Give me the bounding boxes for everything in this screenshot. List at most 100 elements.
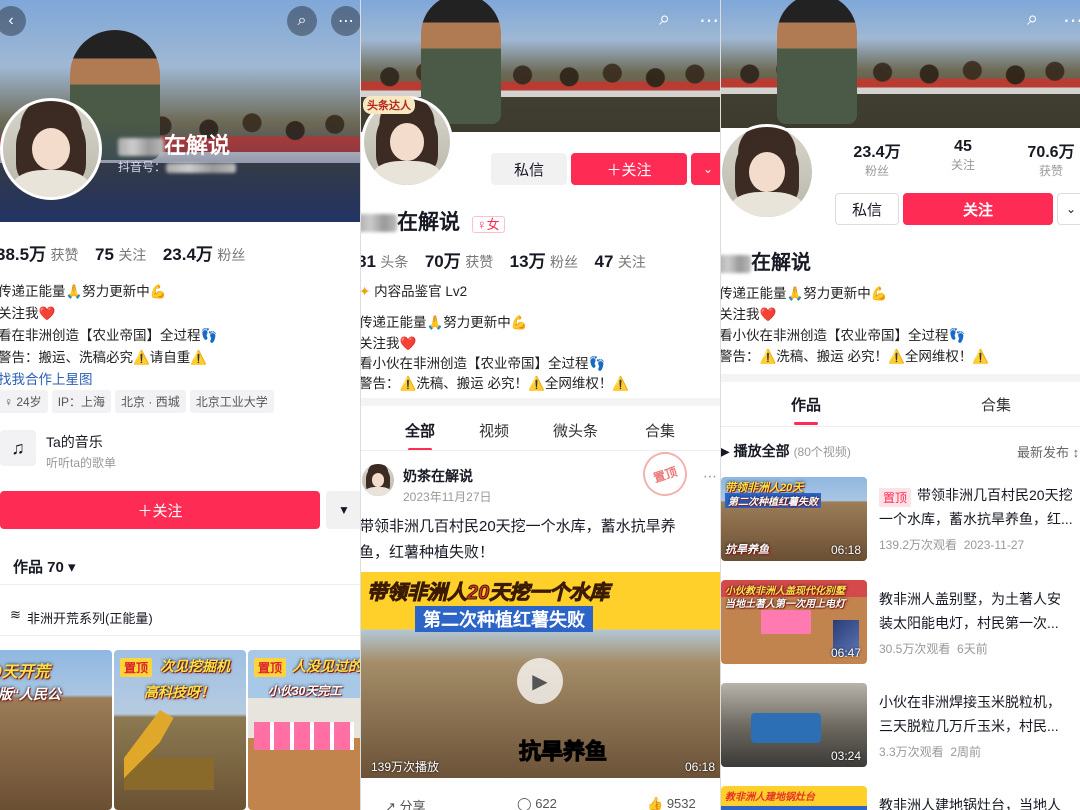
- video-thumbnail[interactable]: 小伙教非洲人盖现代化别墅 当地土著人第一次用上电灯 06:47: [721, 580, 867, 664]
- ip-tag: IP：上海: [51, 390, 112, 413]
- comment-icon: ◯: [517, 796, 532, 810]
- video-meta: 3.3万次观看 2周前: [879, 745, 982, 759]
- avatar[interactable]: [0, 98, 102, 200]
- profile-panel-other: ⌕ ⋯ 23.4万 粉丝 45 关注 70.6万 获赞 私信 关注 ⌄ 在解说 …: [720, 0, 1080, 810]
- bio-line: 警告：⚠️洗稿、搬运 必究！⚠️全网维权！⚠️: [720, 349, 990, 364]
- tab-video[interactable]: 视频: [479, 420, 509, 441]
- video-meta: 139.2万次观看 2023-11-27: [879, 538, 1025, 552]
- video-thumbnail[interactable]: 带领非洲人20天 第二次种植红薯失败 抗旱养鱼 06:18: [721, 477, 867, 561]
- age-tag: ♀ 24岁: [0, 390, 48, 413]
- excavator-shape: [124, 710, 214, 790]
- video-thumbnail[interactable]: 教非洲人建地锅灶台: [721, 786, 867, 810]
- pinned-badge: 置顶: [120, 658, 153, 677]
- bio-line: 看小伙在非洲创造【农业帝国】全过程👣: [360, 356, 606, 371]
- profile-stats: 81 头条 70万 获赞 13万 粉丝 47 关注: [361, 247, 658, 272]
- post-author-name[interactable]: 奶茶在解说: [403, 466, 473, 486]
- blurred-name: [118, 138, 164, 157]
- search-icon[interactable]: ⌕: [1027, 8, 1038, 31]
- following-count[interactable]: 75: [95, 245, 114, 264]
- profile-panel-douyin: ‹ ⌕ ⋯ 在解说 抖音号： 38.5万 获赞 75 关注 23.4万 粉丝 传…: [0, 0, 360, 810]
- play-all-label: 播放全部: [733, 443, 790, 459]
- video-caption: 带领非洲人20天挖一个水库: [366, 582, 610, 605]
- search-icon[interactable]: ⌕: [659, 8, 670, 31]
- tab-all[interactable]: 全部: [405, 420, 435, 451]
- video-title[interactable]: 教非洲人盖别墅，为土著人安: [879, 588, 1061, 610]
- music-entry[interactable]: ♫ Ta的音乐 听听ta的歌单: [0, 426, 360, 474]
- play-icon[interactable]: ▶: [517, 658, 563, 704]
- message-button[interactable]: 私信: [835, 193, 899, 225]
- dropdown-caret-icon[interactable]: ⌄: [1057, 193, 1080, 225]
- share-icon: ↗: [385, 799, 396, 810]
- dropdown-caret-icon[interactable]: ▼: [326, 491, 360, 529]
- thumb-caption: 洲版“人民公: [0, 686, 61, 702]
- works-tab[interactable]: 作品 70 ▾: [13, 556, 76, 577]
- bio-line: 关注我❤️: [0, 306, 56, 321]
- like-button[interactable]: 👍 9532: [647, 796, 696, 810]
- bio-line: 看小伙在非洲创造【农业帝国】全过程👣: [720, 328, 966, 343]
- follow-button[interactable]: ＋关注: [0, 491, 320, 529]
- star-map-link[interactable]: 找我合作上星图: [0, 368, 93, 388]
- video-thumbnail[interactable]: 03:24: [721, 683, 867, 767]
- more-icon[interactable]: ⋯: [703, 468, 717, 485]
- following-stat[interactable]: 45 关注: [939, 138, 987, 173]
- profile-name: 在解说 ♀女: [361, 206, 505, 236]
- avatar[interactable]: [721, 124, 815, 220]
- post-author-avatar[interactable]: [361, 463, 395, 497]
- fans-count: 23.4万: [853, 144, 901, 161]
- share-button[interactable]: ↗ 分享: [385, 796, 426, 810]
- video-title[interactable]: 小伙在非洲焊接玉米脱粒机，: [879, 691, 1061, 713]
- follow-button[interactable]: ＋关注: [571, 153, 687, 185]
- blurred-name: [721, 254, 751, 273]
- series-entry[interactable]: ≋ 非洲开荒系列(正能量): [0, 596, 360, 636]
- thumb-caption: 次见挖掘机: [160, 658, 230, 674]
- likes-label: 获赞: [465, 254, 494, 270]
- video-thumbnail[interactable]: 00天开荒 洲版“人民公: [0, 650, 112, 810]
- sort-dropdown[interactable]: 最新发布 ↕: [1017, 442, 1079, 461]
- post-text: 鱼，红薯种植失败！: [360, 544, 495, 561]
- likes-stat: 70.6万 获赞: [1021, 138, 1080, 179]
- medal-icon: ✦: [360, 284, 371, 299]
- following-count[interactable]: 47: [594, 252, 613, 271]
- tab-collection[interactable]: 合集: [981, 394, 1011, 415]
- likes-count: 38.5万: [0, 245, 47, 264]
- video-duration: 06:18: [830, 543, 861, 557]
- tab-works[interactable]: 作品: [791, 394, 821, 425]
- likes-count: 70万: [424, 252, 461, 271]
- dropdown-caret-icon[interactable]: ⌄: [691, 153, 720, 185]
- video-player[interactable]: 带领非洲人20天挖一个水库 第二次种植红薯失败 ▶ 抗旱养鱼 139万次播放 0…: [361, 572, 720, 778]
- video-title[interactable]: 带领非洲几百村民20天挖: [917, 484, 1073, 506]
- search-icon[interactable]: ⌕: [287, 6, 317, 36]
- houses-shape: [254, 722, 354, 750]
- bio-line: 传递正能量🙏努力更新中💪: [720, 286, 888, 301]
- fans-count[interactable]: 13万: [510, 252, 546, 271]
- more-icon[interactable]: ⋯: [699, 8, 719, 33]
- video-thumbnail[interactable]: 置顶 人没见过的房 小伙30天完工: [248, 650, 360, 810]
- more-icon[interactable]: ⋯: [331, 6, 360, 36]
- bio-line: 传递正能量🙏努力更新中💪: [360, 315, 528, 330]
- douyin-id-label: 抖音号：: [118, 160, 167, 174]
- video-title[interactable]: 教非洲人建地锅灶台，当地人: [879, 794, 1061, 810]
- divider: [721, 426, 1080, 427]
- follow-button[interactable]: 关注: [903, 193, 1053, 225]
- video-title[interactable]: 装太阳能电灯，村民第一次...: [879, 612, 1059, 634]
- video-thumbnail[interactable]: 置顶 次见挖掘机 高科技呀！: [114, 650, 246, 810]
- message-button[interactable]: 私信: [491, 153, 567, 185]
- fans-count[interactable]: 23.4万: [163, 245, 213, 264]
- video-meta: 30.5万次观看 6天前: [879, 642, 988, 656]
- house-shape: [761, 610, 811, 634]
- fans-stat[interactable]: 23.4万 粉丝: [851, 138, 903, 179]
- sort-label: 最新发布: [1017, 445, 1070, 460]
- tab-micro-post[interactable]: 微头条: [553, 420, 598, 441]
- video-title[interactable]: 三天脱粒几万斤玉米，村民...: [879, 715, 1059, 737]
- play-all-button[interactable]: ▶ 播放全部 (80个视频): [721, 441, 851, 461]
- thumbs-up-icon: 👍: [647, 796, 664, 810]
- video-duration: 06:18: [684, 760, 715, 774]
- video-title[interactable]: 一个水库，蓄水抗旱养鱼，红...: [879, 508, 1073, 530]
- comment-button[interactable]: ◯ 622: [517, 796, 557, 810]
- more-icon[interactable]: ⋯: [1063, 8, 1080, 33]
- video-count: (80个视频): [793, 445, 851, 459]
- tab-collection[interactable]: 合集: [645, 420, 675, 441]
- divider: [361, 398, 720, 406]
- profile-name: 在解说: [721, 246, 811, 275]
- bio-line: 关注我❤️: [360, 336, 417, 351]
